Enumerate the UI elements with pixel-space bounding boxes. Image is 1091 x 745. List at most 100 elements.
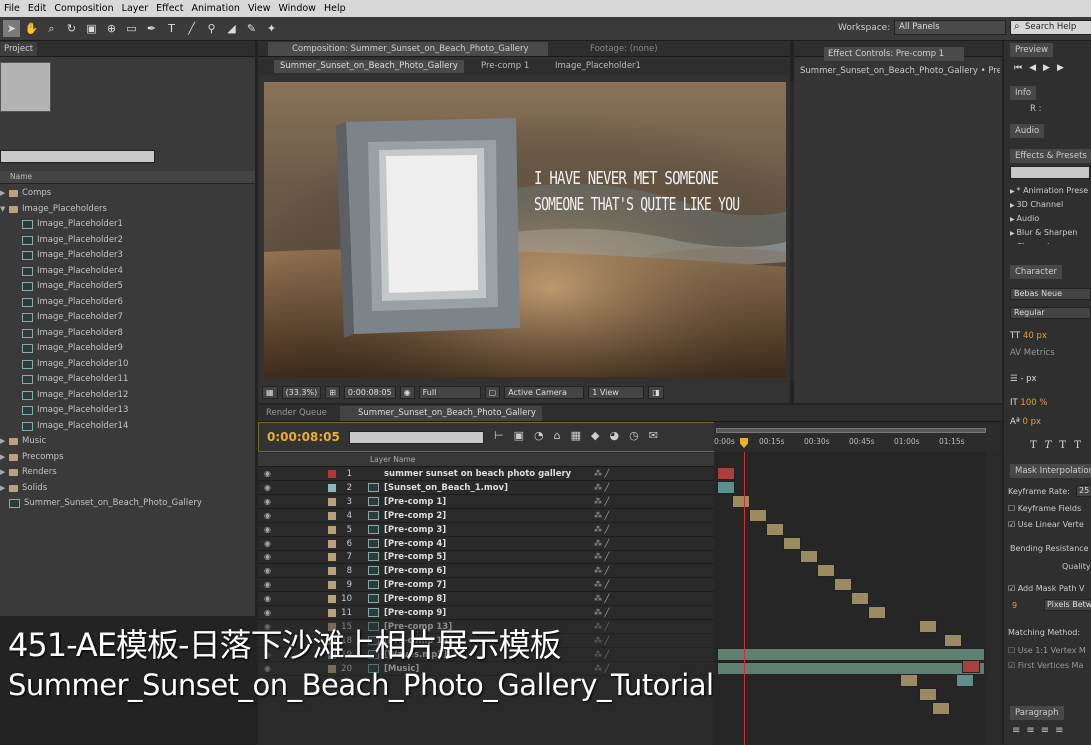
snapshot-icon[interactable]: ◉ [399,385,415,399]
live-update-icon[interactable]: ✉ [649,429,668,442]
font-family-select[interactable]: Bebas Neue [1010,288,1091,300]
project-comp-item[interactable]: Image_Placeholder3 [0,248,123,263]
faux-italic-button[interactable]: T [1045,440,1060,451]
layer-label-color[interactable] [328,470,336,478]
visibility-eye-icon[interactable]: ◉ [264,509,271,523]
effects-category-item[interactable]: ▶ Blur & Sharpen [1010,226,1091,240]
disclosure-closed-icon[interactable]: ▶ [0,434,6,449]
timeline-layer-row[interactable]: ◉ 8 [Pre-comp 6] ⁂ ╱ [258,564,714,579]
visibility-eye-icon[interactable]: ◉ [264,564,271,578]
camera-tool-icon[interactable]: ▣ [83,20,100,37]
leading-field[interactable]: ☰ - px [1010,374,1037,384]
baseline-field[interactable]: Aª 0 px [1010,417,1041,427]
layer-label-color[interactable] [328,525,336,534]
effects-category-item[interactable]: ▶ Channel [1010,240,1091,244]
timeline-layer-row[interactable]: ◉ 4 [Pre-comp 2] ⁂ ╱ [258,509,714,523]
composition-mini-flowchart-icon[interactable]: ⊢ [494,429,514,442]
layer-name[interactable]: [Pre-comp 8] [384,592,446,606]
layer-switches[interactable]: ⁂ ╱ [594,550,609,564]
menu-window[interactable]: Window [274,3,319,14]
layer-duration-bar[interactable] [817,564,835,578]
project-comp-item[interactable]: Image_Placeholder1 [0,217,123,232]
layer-duration-bar[interactable] [834,578,852,592]
all-caps-button[interactable]: TT [1059,440,1089,451]
menu-animation[interactable]: Animation [188,3,244,14]
brush-tool-icon[interactable]: ╱ [183,20,200,37]
frame-blending-icon[interactable]: ⌂ [554,429,571,442]
visibility-eye-icon[interactable]: ◉ [264,578,271,592]
breadcrumb-precomp[interactable]: Pre-comp 1 [481,61,529,71]
disclosure-closed-icon[interactable]: ▶ [0,186,6,201]
layer-duration-bar[interactable] [900,674,918,687]
tab-timeline-comp[interactable]: Summer_Sunset_on_Beach_Photo_Gallery [340,406,542,421]
tab-composition[interactable]: Composition: Summer_Sunset_on_Beach_Phot… [268,42,548,56]
layer-duration-bar[interactable] [956,674,974,687]
visibility-eye-icon[interactable]: ◉ [264,495,271,509]
align-left-icon[interactable]: ≡ [1012,725,1026,736]
timeline-layer-row[interactable]: ◉ 6 [Pre-comp 4] ⁂ ╱ [258,537,714,551]
pan-behind-icon[interactable]: ⊕ [103,20,120,37]
tab-effect-controls[interactable]: Effect Controls: Pre-comp 1 [824,47,964,61]
use-vertex-checkbox[interactable]: ☐ Use 1:1 Vertex M [1008,646,1086,655]
layer-duration-bar[interactable] [962,660,980,673]
project-comp-item[interactable]: Image_Placeholder11 [0,372,128,387]
layer-switches[interactable]: ⁂ ╱ [594,564,609,578]
font-style-select[interactable]: Regular [1010,307,1091,319]
layer-name[interactable]: [Pre-comp 5] [384,550,446,564]
layer-name[interactable]: [Pre-comp 3] [384,523,446,537]
zoom-tool-icon[interactable]: ⌕ [43,20,60,37]
project-folder[interactable]: ▶ Music [0,434,46,449]
first-frame-icon[interactable]: ⏮ [1014,63,1029,73]
layer-duration-bar[interactable] [717,467,735,480]
layer-switches[interactable]: ⁂ ╱ [594,467,609,481]
first-vertices-checkbox[interactable]: ☑ First Vertices Ma [1008,661,1083,670]
rotate-tool-icon[interactable]: ↻ [63,20,80,37]
effects-category-item[interactable]: ▶ 3D Channel [1010,198,1091,212]
effects-category-item[interactable]: ▶ * Animation Prese [1010,184,1091,198]
timeline-current-time[interactable]: 0:00:08:05 [267,430,340,444]
menu-edit[interactable]: Edit [24,3,50,14]
visibility-eye-icon[interactable]: ◉ [264,592,271,606]
eraser-tool-icon[interactable]: ◢ [223,20,240,37]
view-layout-select[interactable]: 1 View [588,385,645,399]
camera-select[interactable]: Active Camera [504,385,585,399]
visibility-eye-icon[interactable]: ◉ [264,523,271,537]
keyframe-fields-checkbox[interactable]: ☐ Keyframe Fields [1008,504,1081,513]
roto-brush-icon[interactable]: ✎ [243,20,260,37]
tab-effects-presets[interactable]: Effects & Presets [1010,149,1091,163]
layer-duration-bar[interactable] [749,508,767,522]
layer-label-color[interactable] [328,539,336,548]
timeline-search-input[interactable] [349,431,484,444]
tab-mask-interpolation[interactable]: Mask Interpolation [1010,464,1091,478]
menu-effect[interactable]: Effect [152,3,187,14]
visibility-eye-icon[interactable]: ◉ [264,467,271,481]
pen-tool-icon[interactable]: ✒ [143,20,160,37]
justify-icon[interactable]: ≡ [1055,725,1069,736]
layer-switches[interactable]: ⁂ ╱ [594,481,609,495]
stopwatch-icon[interactable]: ◷ [629,429,649,442]
project-comp-item[interactable]: Image_Placeholder13 [0,403,128,418]
layer-duration-bar[interactable] [732,494,750,508]
tab-project[interactable]: Project [0,42,38,56]
disclosure-open-icon[interactable]: ▼ [0,202,6,217]
layer-switches[interactable]: ⁂ ╱ [594,537,609,551]
selection-tool-icon[interactable]: ➤ [3,20,20,37]
type-tool-icon[interactable]: T [163,20,180,37]
prev-frame-icon[interactable]: ◀ [1029,63,1043,73]
layer-switches[interactable]: ⁂ ╱ [594,648,609,662]
layer-duration-bar[interactable] [919,619,937,633]
leading-value[interactable]: - px [1020,374,1036,384]
timeline-layer-row[interactable]: ◉ 5 [Pre-comp 3] ⁂ ╱ [258,523,714,537]
menu-file[interactable]: File [0,3,24,14]
layer-switches[interactable]: ⁂ ╱ [594,620,609,634]
layer-switches[interactable]: ⁂ ╱ [594,509,609,523]
disclosure-closed-icon[interactable]: ▶ [0,450,6,465]
layer-label-color[interactable] [328,581,336,590]
next-frame-icon[interactable]: ▶ [1057,63,1071,73]
layer-duration-bar[interactable] [932,702,950,715]
timeline-layer-row[interactable]: ◉ 2 [Sunset_on_Beach_1.mov] ⁂ ╱ [258,481,714,495]
layer-label-color[interactable] [328,595,336,604]
play-icon[interactable]: ▶ [1043,63,1057,73]
effects-category-item[interactable]: ▶ Audio [1010,212,1091,226]
breadcrumb-main-comp[interactable]: Summer_Sunset_on_Beach_Photo_Gallery [274,60,464,73]
